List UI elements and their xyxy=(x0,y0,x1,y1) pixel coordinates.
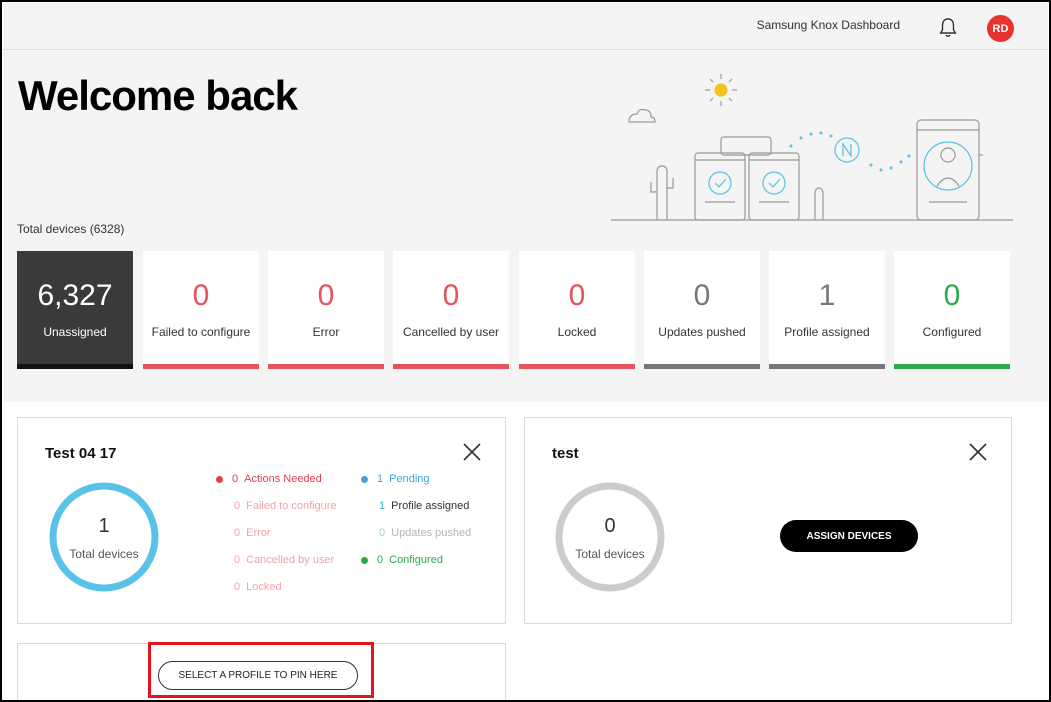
profile-card-test: test 0 Total devices ASSIGN DEVICES xyxy=(524,417,1012,624)
status-count: 0 xyxy=(232,473,239,485)
tile-label: Error xyxy=(312,325,340,339)
status-count: 0 xyxy=(234,581,241,593)
status-count: 0 xyxy=(234,554,241,566)
status-label: Actions Needed xyxy=(244,473,322,485)
status-label: Pending xyxy=(389,473,430,485)
profile-card-test-04-17: Test 04 17 1 Total devices 0 Actions Need… xyxy=(17,417,506,624)
status-failed-to-configure: 0 Failed to configure xyxy=(234,500,337,512)
donut-total: 0 xyxy=(604,515,616,537)
status-error: 0 Error xyxy=(234,527,271,539)
tile-value: 6,327 xyxy=(37,279,113,312)
status-cancelled-by-user: 0 Cancelled by user xyxy=(234,554,334,566)
status-label: Profile assigned xyxy=(391,500,470,512)
tile-value: 0 xyxy=(693,279,711,312)
tile-bar xyxy=(17,364,133,369)
tile-failed-to-configure[interactable]: 0 Failed to configure xyxy=(143,251,259,369)
assign-devices-button[interactable]: ASSIGN DEVICES xyxy=(780,520,918,552)
total-devices-label: Total devices (6328) xyxy=(17,222,125,236)
status-updates-pushed: 0 Updates pushed xyxy=(379,527,471,539)
status-pending[interactable]: 1 Pending xyxy=(361,473,430,485)
dashboard-window: Samsung Knox Dashboard RD Welcome back T… xyxy=(0,0,1051,702)
tile-bar xyxy=(519,364,635,369)
status-profile-assigned: 1 Profile assigned xyxy=(379,500,469,512)
status-count: 0 xyxy=(234,527,241,539)
tile-value: 1 xyxy=(818,279,836,312)
close-icon[interactable] xyxy=(968,442,988,462)
status-label: Configured xyxy=(389,554,443,566)
status-count: 0 xyxy=(234,500,241,512)
donut-label: Total devices xyxy=(69,547,139,561)
tile-value: 0 xyxy=(568,279,586,312)
status-count: 1 xyxy=(379,500,386,512)
tile-locked[interactable]: 0 Locked xyxy=(519,251,635,369)
tile-bar xyxy=(268,364,384,369)
status-label: Failed to configure xyxy=(246,500,337,512)
tile-label: Cancelled by user xyxy=(402,325,500,339)
status-count: 0 xyxy=(379,527,386,539)
tile-label: Configured xyxy=(922,325,982,339)
close-icon[interactable] xyxy=(462,442,482,462)
status-count: 0 xyxy=(377,554,384,566)
total-devices-donut: 1 Total devices xyxy=(49,482,159,592)
status-locked: 0 Locked xyxy=(234,581,282,593)
devices-illustration xyxy=(611,74,1013,221)
tile-configured[interactable]: 0 Configured xyxy=(894,251,1010,369)
hero-section: Welcome back Total devices (6328) 6,327 … xyxy=(3,50,1048,402)
donut-total: 1 xyxy=(98,515,110,537)
status-label: Cancelled by user xyxy=(246,554,335,566)
tile-value: 0 xyxy=(192,279,210,312)
total-devices-donut: 0 Total devices xyxy=(555,482,665,592)
tile-bar xyxy=(644,364,760,369)
notification-bell-icon[interactable] xyxy=(938,17,958,39)
tile-label: Unassigned xyxy=(43,325,107,339)
tile-value: 0 xyxy=(943,279,961,312)
tile-error[interactable]: 0 Error xyxy=(268,251,384,369)
status-label: Locked xyxy=(246,581,282,593)
tile-label: Locked xyxy=(557,325,597,339)
status-dot-icon xyxy=(361,556,368,564)
tile-updates-pushed[interactable]: 0 Updates pushed xyxy=(644,251,760,369)
status-label: Error xyxy=(246,527,271,539)
tile-bar xyxy=(393,364,509,369)
highlight-annotation xyxy=(148,642,374,698)
page-title: Welcome back xyxy=(18,72,298,119)
top-bar: Samsung Knox Dashboard RD xyxy=(3,3,1048,50)
status-dot-icon xyxy=(361,475,368,483)
tile-label: Updates pushed xyxy=(658,325,746,339)
app-title[interactable]: Samsung Knox Dashboard xyxy=(757,18,900,32)
status-actions-needed[interactable]: 0 Actions Needed xyxy=(216,473,322,485)
tile-cancelled-by-user[interactable]: 0 Cancelled by user xyxy=(393,251,509,369)
tile-profile-assigned[interactable]: 1 Profile assigned xyxy=(769,251,885,369)
user-avatar[interactable]: RD xyxy=(987,15,1014,42)
status-count: 1 xyxy=(377,473,384,485)
card-title: test xyxy=(552,445,579,462)
tile-label: Profile assigned xyxy=(784,325,870,339)
status-dot-icon xyxy=(216,475,223,483)
card-title: Test 04 17 xyxy=(45,445,117,462)
tile-bar xyxy=(769,364,885,369)
status-configured[interactable]: 0 Configured xyxy=(361,554,443,566)
status-label: Updates pushed xyxy=(391,527,472,539)
tile-bar xyxy=(894,364,1010,369)
tile-bar xyxy=(143,364,259,369)
tile-value: 0 xyxy=(442,279,460,312)
tile-value: 0 xyxy=(317,279,335,312)
donut-label: Total devices xyxy=(575,547,645,561)
tile-unassigned[interactable]: 6,327 Unassigned xyxy=(17,251,133,369)
tile-label: Failed to configure xyxy=(151,325,251,339)
